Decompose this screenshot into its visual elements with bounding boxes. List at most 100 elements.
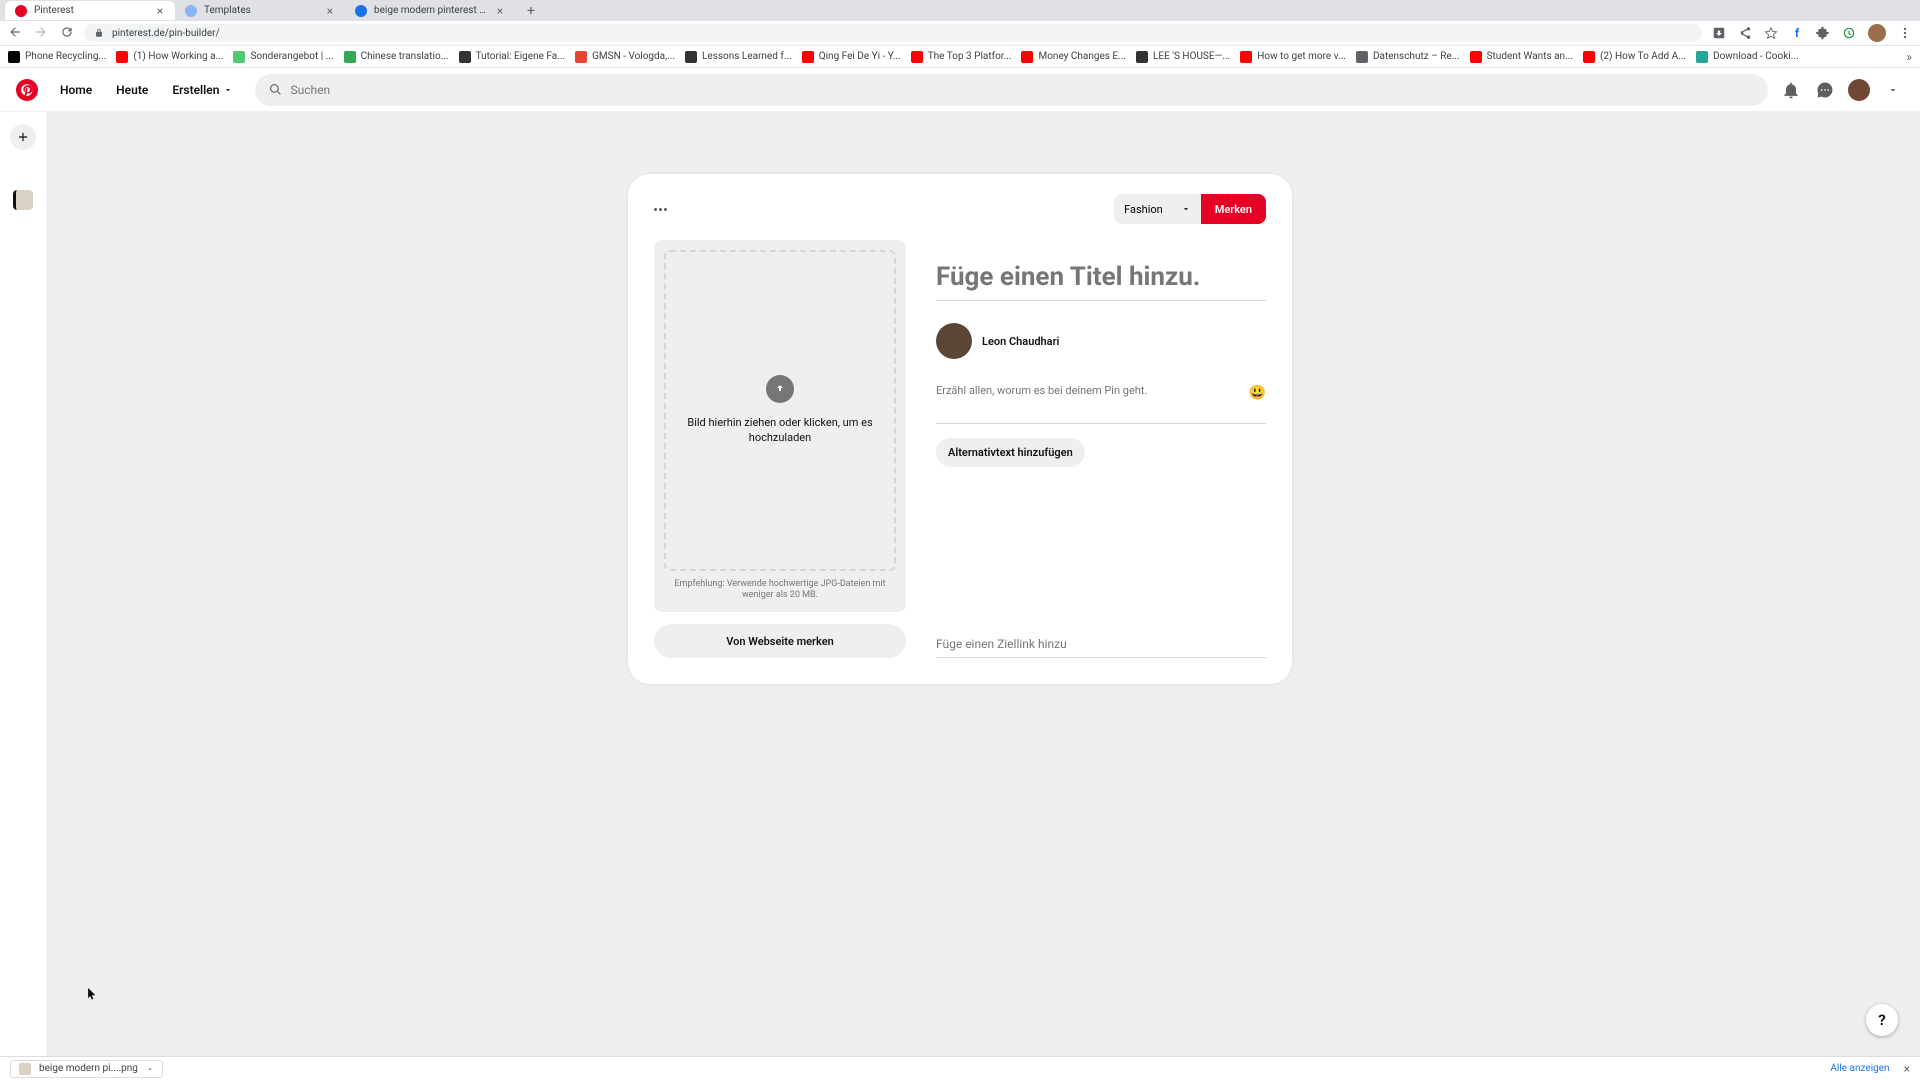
save-from-web-button[interactable]: Von Webseite merken [654, 624, 906, 658]
menu-icon[interactable] [1898, 26, 1912, 40]
bookmark-item[interactable]: Phone Recycling... [8, 51, 106, 63]
pinterest-nav: Home Heute Erstellen [50, 75, 243, 105]
save-button[interactable]: Merken [1201, 194, 1266, 224]
browser-tab-bar: Pinterest × Templates × beige modern pin… [0, 0, 1920, 21]
tab-title: Templates [204, 5, 318, 16]
search-bar[interactable] [255, 74, 1768, 106]
bookmark-item[interactable]: Money Changes E... [1021, 51, 1126, 63]
back-button[interactable] [8, 24, 22, 43]
profile-avatar[interactable] [1868, 24, 1886, 42]
upload-dropzone[interactable]: Bild hierhin ziehen oder klicken, um es … [654, 240, 906, 612]
lock-icon [94, 28, 104, 38]
bookmark-overflow[interactable]: » [1906, 50, 1912, 64]
browser-tab-3[interactable]: beige modern pinterest pin - F... × [345, 1, 515, 20]
description-wrapper: 😃 [936, 383, 1266, 424]
search-input[interactable] [290, 83, 1754, 97]
board-selector[interactable]: Fashion [1114, 194, 1201, 224]
pin-title-input[interactable] [936, 258, 1266, 301]
bookmark-item[interactable]: Chinese translatio... [344, 51, 449, 63]
show-all-downloads[interactable]: Alle anzeigen [1830, 1063, 1889, 1074]
share-icon[interactable] [1738, 26, 1752, 40]
bookmark-item[interactable]: Sonderangebot | ... [233, 51, 333, 63]
browser-nav-buttons [8, 24, 74, 43]
new-tab-button[interactable]: + [521, 1, 541, 21]
search-icon [269, 83, 282, 96]
pin-draft-thumbnail[interactable] [13, 190, 33, 210]
tab-title: Pinterest [34, 5, 148, 16]
update-icon[interactable] [1842, 26, 1856, 40]
author-row: Leon Chaudhari [936, 323, 1266, 359]
add-alt-text-button[interactable]: Alternativtext hinzufügen [936, 438, 1085, 467]
download-filename: beige modern pi....png [39, 1063, 138, 1074]
bookmark-item[interactable]: The Top 3 Platfor... [911, 51, 1012, 63]
bookmark-item[interactable]: Download - Cooki... [1696, 51, 1799, 63]
nav-today[interactable]: Heute [106, 75, 158, 105]
address-bar[interactable]: pinterest.de/pin-builder/ [84, 24, 1702, 42]
browser-tab-1[interactable]: Pinterest × [5, 1, 175, 20]
chevron-down-icon [223, 85, 233, 95]
user-avatar[interactable] [1848, 79, 1870, 101]
close-icon[interactable]: × [325, 6, 335, 16]
bookmark-item[interactable]: How to get more v... [1240, 51, 1346, 63]
bookmark-item[interactable]: Lessons Learned f... [685, 51, 792, 63]
facebook-icon[interactable]: f [1790, 26, 1804, 40]
bookmark-item[interactable]: (1) How Working a... [116, 51, 223, 63]
nav-create[interactable]: Erstellen [162, 75, 243, 105]
bookmark-bar: Phone Recycling... (1) How Working a... … [0, 46, 1920, 68]
pin-builder-sidebar [0, 112, 47, 1056]
tab-title: beige modern pinterest pin - F... [374, 5, 488, 16]
upload-hint: Empfehlung: Verwende hochwertige JPG-Dat… [664, 571, 896, 602]
url-text: pinterest.de/pin-builder/ [112, 28, 220, 39]
emoji-picker-button[interactable]: 😃 [1249, 385, 1266, 401]
bookmark-item[interactable]: Datenschutz – Re... [1356, 51, 1460, 63]
browser-toolbar: pinterest.de/pin-builder/ f [0, 21, 1920, 46]
header-icons [1780, 79, 1904, 101]
install-icon[interactable] [1712, 26, 1726, 40]
bookmark-item[interactable]: Tutorial: Eigene Fa... [459, 51, 566, 63]
chevron-down-icon [1181, 204, 1191, 214]
help-button[interactable]: ? [1866, 1004, 1898, 1036]
bookmark-item[interactable]: LEE 'S HOUSE—... [1136, 51, 1230, 63]
bookmark-item[interactable]: Qing Fei De Yi - Y... [802, 51, 901, 63]
download-bar: beige modern pi....png Alle anzeigen × [0, 1056, 1920, 1080]
reload-button[interactable] [60, 24, 74, 43]
chevron-up-icon [146, 1065, 154, 1073]
pinterest-logo[interactable] [16, 79, 38, 101]
browser-right-icons: f [1712, 24, 1912, 42]
more-options-button[interactable] [654, 208, 667, 211]
close-icon[interactable]: × [1904, 1062, 1910, 1076]
forward-button[interactable] [34, 24, 48, 43]
notifications-icon[interactable] [1780, 79, 1802, 101]
file-icon [19, 1063, 31, 1075]
star-icon[interactable] [1764, 26, 1778, 40]
tab-favicon [355, 5, 367, 17]
pinterest-favicon [15, 5, 27, 17]
pin-builder-card: Fashion Merken Bild hierhin ziehen oder … [628, 174, 1292, 684]
bookmark-item[interactable]: GMSN - Vologda,... [575, 51, 675, 63]
close-icon[interactable]: × [495, 6, 505, 16]
upload-column: Bild hierhin ziehen oder klicken, um es … [654, 240, 906, 658]
bookmark-item[interactable]: Student Wants an... [1470, 51, 1573, 63]
download-item[interactable]: beige modern pi....png [10, 1060, 163, 1078]
pin-description-input[interactable] [936, 383, 1240, 413]
upload-icon [766, 375, 794, 403]
nav-home[interactable]: Home [50, 75, 102, 105]
author-name: Leon Chaudhari [982, 335, 1059, 348]
new-pin-button[interactable] [10, 124, 36, 150]
destination-link-input[interactable] [936, 631, 1266, 658]
card-header: Fashion Merken [654, 194, 1266, 224]
tab-favicon [185, 5, 197, 17]
board-save-group: Fashion Merken [1114, 194, 1266, 224]
messages-icon[interactable] [1814, 79, 1836, 101]
extensions-icon[interactable] [1816, 26, 1830, 40]
author-avatar[interactable] [936, 323, 972, 359]
bookmark-item[interactable]: (2) How To Add A... [1583, 51, 1686, 63]
upload-text: Bild hierhin ziehen oder klicken, um es … [676, 415, 884, 446]
account-menu-icon[interactable] [1882, 79, 1904, 101]
form-column: Leon Chaudhari 😃 Alternativtext hinzufüg… [936, 240, 1266, 658]
board-name: Fashion [1124, 203, 1163, 216]
pinterest-header: Home Heute Erstellen [0, 68, 1920, 112]
close-icon[interactable]: × [155, 6, 165, 16]
browser-tab-2[interactable]: Templates × [175, 1, 345, 20]
cursor-icon [88, 986, 97, 999]
